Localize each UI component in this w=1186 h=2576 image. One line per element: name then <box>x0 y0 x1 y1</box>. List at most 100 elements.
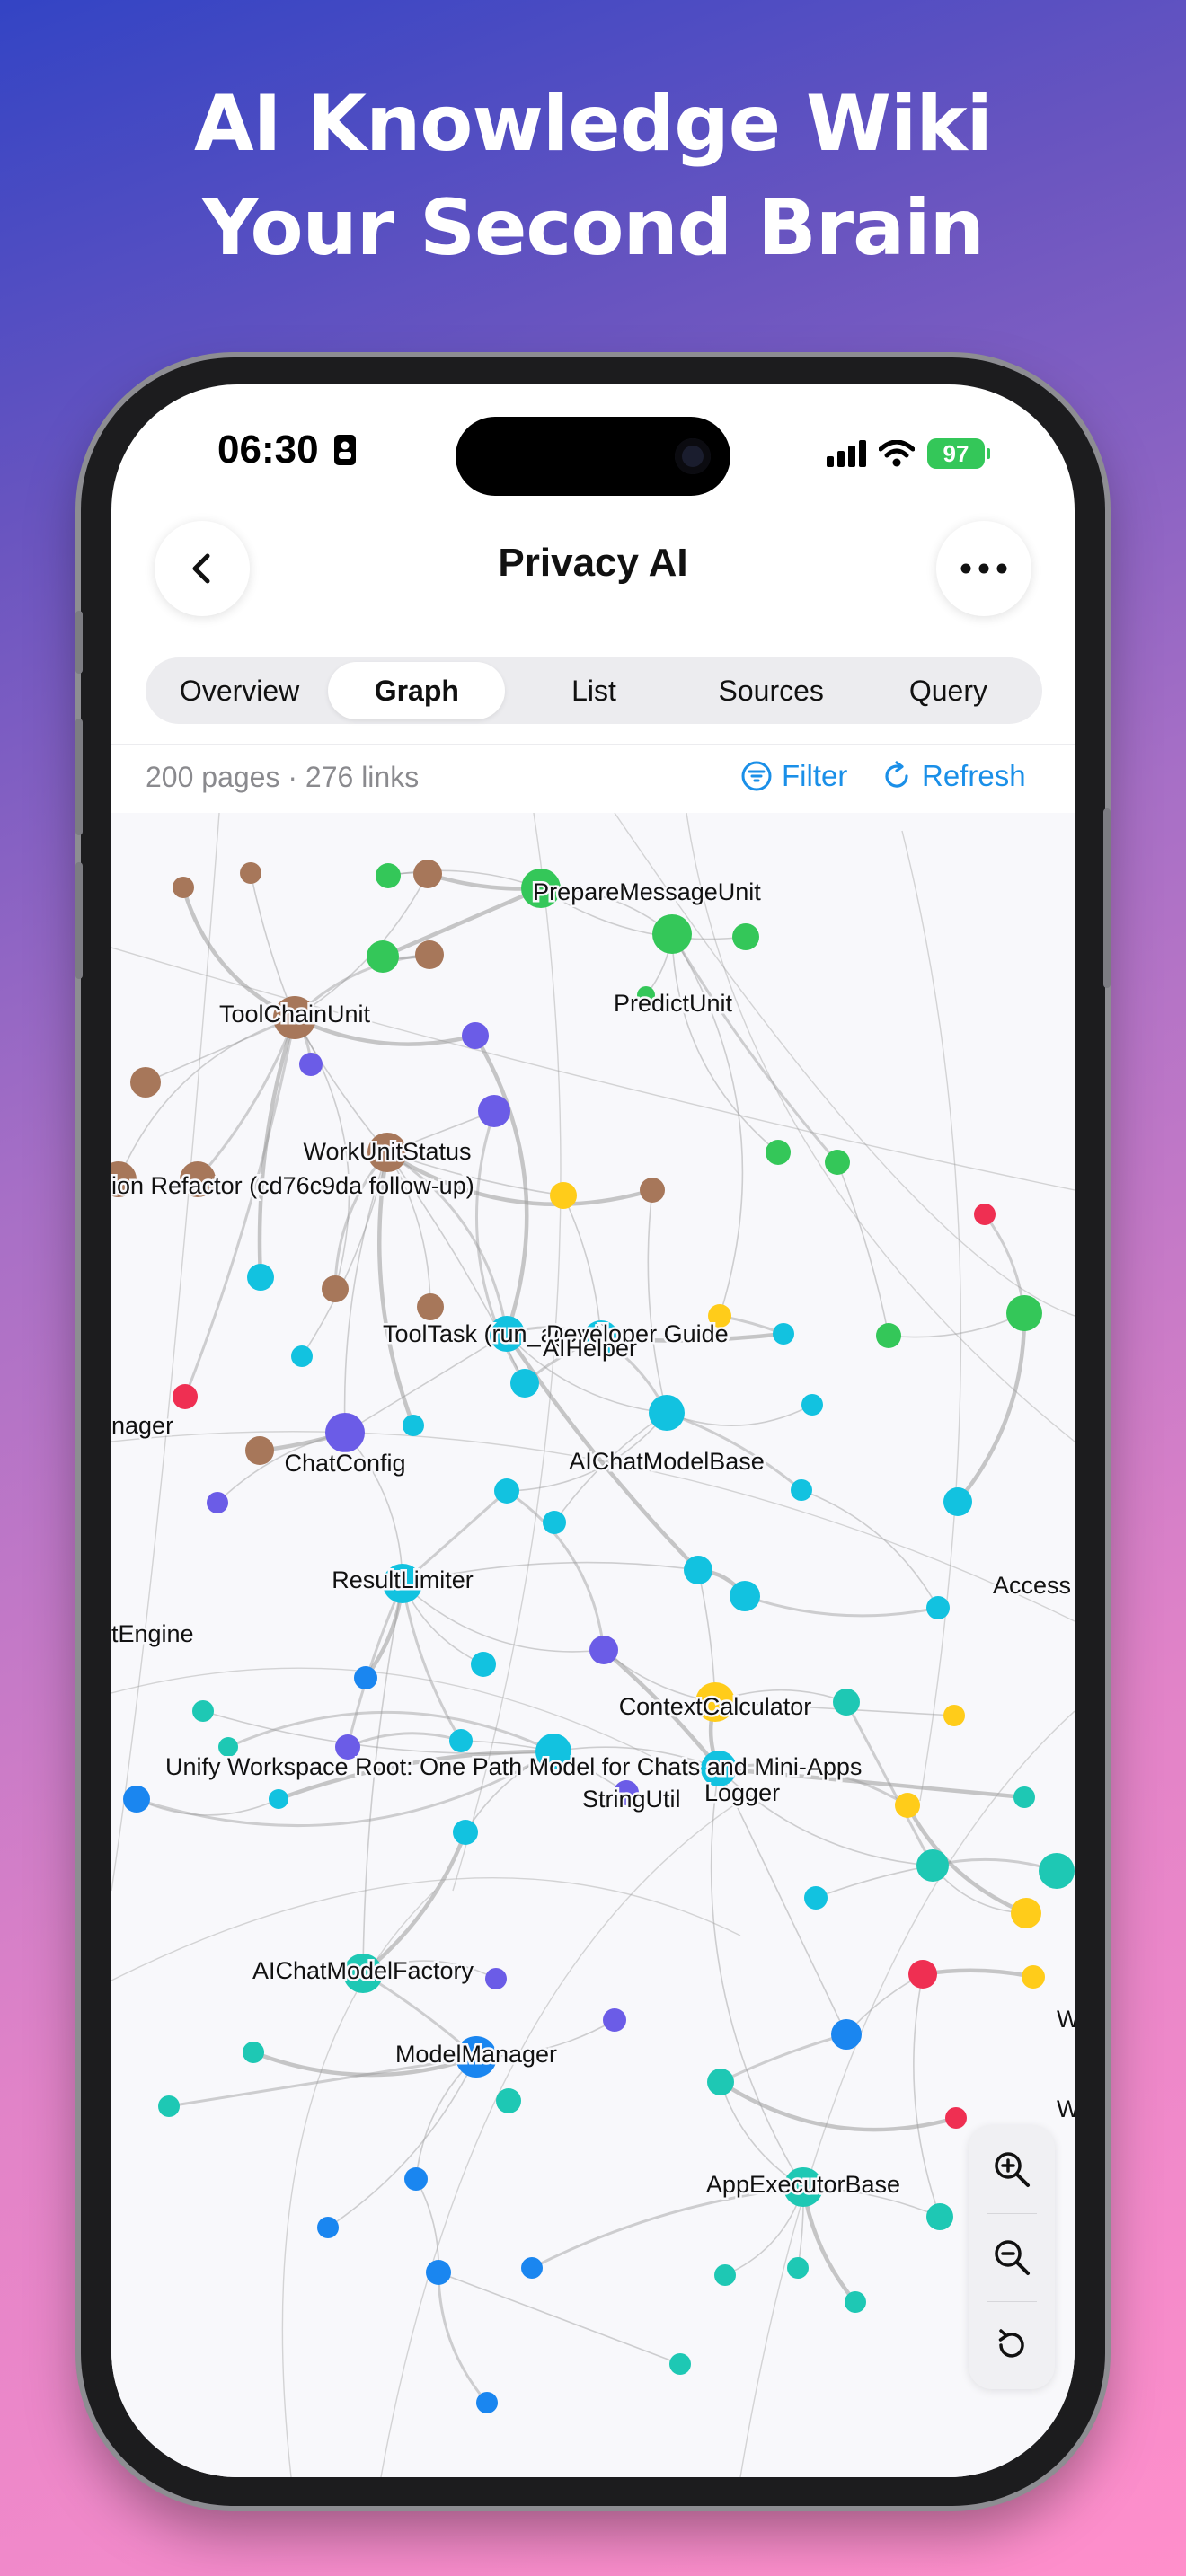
graph-node[interactable] <box>589 1636 618 1664</box>
graph-node[interactable] <box>403 1415 424 1436</box>
graph-node[interactable] <box>543 1511 566 1534</box>
graph-node[interactable] <box>496 2088 521 2113</box>
graph-node[interactable] <box>173 1384 198 1409</box>
graph-node[interactable] <box>158 2095 180 2117</box>
zoom-in-button[interactable] <box>969 2125 1055 2213</box>
graph-node-label[interactable]: W <box>1055 2004 1075 2035</box>
knowledge-graph[interactable]: PrepareMessageUnit PredictUnit ToolChainUn… <box>111 812 1075 2477</box>
graph-node[interactable] <box>908 1960 937 1989</box>
graph-node[interactable] <box>732 923 759 950</box>
graph-node[interactable] <box>269 1789 288 1809</box>
graph-node[interactable] <box>415 940 444 969</box>
graph-node[interactable] <box>417 1293 444 1320</box>
graph-node[interactable] <box>773 1323 794 1345</box>
graph-node[interactable] <box>791 1479 812 1501</box>
graph-node[interactable] <box>1013 1786 1035 1808</box>
graph-node[interactable] <box>787 2257 809 2279</box>
tab-graph[interactable]: Graph <box>328 662 506 719</box>
graph-node[interactable] <box>1022 1965 1045 1989</box>
graph-node-label[interactable]: nager <box>111 1410 176 1442</box>
graph-node[interactable] <box>649 1395 685 1431</box>
refresh-button[interactable]: Refresh <box>881 759 1026 793</box>
graph-node-label[interactable]: AIChatModelBase <box>567 1446 767 1478</box>
graph-node[interactable] <box>845 2291 866 2313</box>
graph-node[interactable] <box>707 2069 734 2095</box>
graph-node[interactable] <box>801 1394 823 1416</box>
graph-node-label[interactable]: tEngine <box>111 1619 196 1650</box>
tab-overview[interactable]: Overview <box>151 662 328 719</box>
graph-node[interactable] <box>247 1264 274 1291</box>
graph-node[interactable] <box>130 1067 161 1098</box>
graph-node-label[interactable]: WorkUnitStatus <box>301 1136 474 1168</box>
graph-node[interactable] <box>684 1556 712 1584</box>
graph-node-label[interactable]: ModelManager <box>393 2039 559 2070</box>
graph-node[interactable] <box>510 1369 539 1398</box>
tab-sources[interactable]: Sources <box>683 662 860 719</box>
graph-node[interactable] <box>123 1786 150 1813</box>
graph-node[interactable] <box>453 1820 478 1845</box>
graph-node[interactable] <box>367 940 399 973</box>
graph-node[interactable] <box>876 1323 901 1348</box>
graph-node[interactable] <box>471 1652 496 1677</box>
graph-node[interactable] <box>1006 1295 1042 1331</box>
graph-node[interactable] <box>943 1705 965 1726</box>
graph-node-label[interactable]: W <box>1055 2094 1075 2125</box>
graph-node[interactable] <box>895 1793 920 1818</box>
graph-node[interactable] <box>173 877 194 898</box>
graph-node-label[interactable]: AIHelper <box>541 1333 640 1364</box>
graph-node[interactable] <box>243 2042 264 2063</box>
graph-node[interactable] <box>322 1275 349 1302</box>
graph-node[interactable] <box>833 1689 860 1716</box>
graph-node[interactable] <box>669 2353 691 2375</box>
graph-node[interactable] <box>804 1886 828 1910</box>
graph-node[interactable] <box>291 1345 313 1367</box>
tab-query[interactable]: Query <box>860 662 1037 719</box>
graph-node[interactable] <box>714 2264 736 2286</box>
graph-node[interactable] <box>376 863 401 888</box>
graph-node[interactable] <box>831 2019 862 2050</box>
graph-node[interactable] <box>462 1022 489 1049</box>
graph-node[interactable] <box>1011 1898 1041 1928</box>
filter-button[interactable]: Filter <box>740 759 847 793</box>
graph-node[interactable] <box>317 2217 339 2238</box>
graph-node-label[interactable]: AppExecutorBase <box>704 2169 902 2201</box>
graph-node-label[interactable]: Access <box>991 1570 1074 1601</box>
graph-node-label[interactable]: ion Refactor (cd76c9da follow-up) <box>111 1170 476 1202</box>
reset-view-button[interactable] <box>969 2301 1055 2389</box>
graph-node-label[interactable]: PrepareMessageUnit <box>531 877 764 908</box>
graph-node[interactable] <box>926 2203 953 2230</box>
graph-node[interactable] <box>449 1729 473 1752</box>
graph-node[interactable] <box>926 1596 950 1619</box>
graph-node[interactable] <box>1039 1853 1075 1889</box>
graph-node[interactable] <box>494 1478 519 1504</box>
graph-node[interactable] <box>354 1666 377 1689</box>
graph-node-label[interactable]: ChatConfig <box>282 1448 408 1479</box>
graph-node[interactable] <box>652 914 692 954</box>
graph-node[interactable] <box>766 1140 791 1165</box>
graph-node[interactable] <box>426 2260 451 2285</box>
graph-node[interactable] <box>916 1849 949 1882</box>
graph-node[interactable] <box>192 1700 214 1722</box>
graph-node[interactable] <box>207 1492 228 1513</box>
graph-node[interactable] <box>825 1150 850 1175</box>
graph-node-label[interactable]: ContextCalculator <box>616 1691 814 1723</box>
graph-node[interactable] <box>485 1968 507 1989</box>
graph-node-label[interactable]: ToolChainUnit <box>217 999 373 1030</box>
graph-node[interactable] <box>945 2107 967 2129</box>
graph-node-label[interactable]: AIChatModelFactory <box>250 1955 476 1987</box>
graph-node[interactable] <box>640 1178 665 1203</box>
graph-canvas[interactable]: PrepareMessageUnit PredictUnit ToolChainUn… <box>111 812 1075 2477</box>
graph-node[interactable] <box>943 1487 972 1516</box>
graph-node[interactable] <box>245 1436 274 1465</box>
graph-node[interactable] <box>521 2257 543 2279</box>
graph-node-label[interactable]: PredictUnit <box>611 988 735 1019</box>
more-button[interactable] <box>936 521 1031 616</box>
graph-node[interactable] <box>730 1581 760 1611</box>
tab-list[interactable]: List <box>505 662 682 719</box>
zoom-out-button[interactable] <box>969 2213 1055 2301</box>
graph-node[interactable] <box>476 2392 498 2413</box>
graph-node[interactable] <box>974 1204 996 1225</box>
graph-node[interactable] <box>550 1182 577 1209</box>
graph-node[interactable] <box>299 1053 323 1076</box>
graph-node[interactable] <box>478 1095 510 1127</box>
